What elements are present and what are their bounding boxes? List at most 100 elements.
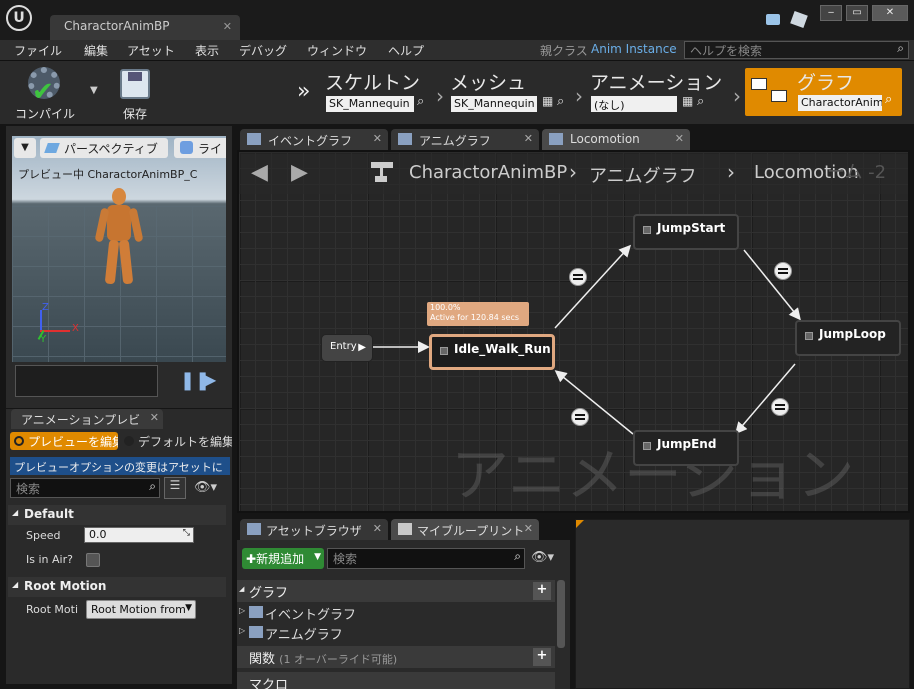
close-window-button[interactable]: ✕ [872, 5, 908, 21]
speed-input[interactable]: 0.0 ⤡ [84, 527, 194, 543]
notification-icon[interactable] [766, 14, 780, 25]
transition-rule-icon[interactable] [571, 408, 589, 426]
close-icon[interactable]: ✕ [223, 20, 232, 33]
eye-icon[interactable]: 👁︎▾ [531, 550, 554, 565]
marketplace-icon[interactable] [790, 10, 808, 29]
menu-help[interactable]: ヘルプ [388, 42, 424, 59]
transition-rule-icon[interactable] [774, 262, 792, 280]
axis-z-label: Z [42, 302, 49, 313]
menu-file[interactable]: ファイル [14, 42, 62, 59]
section-root-motion-header[interactable]: ◢ Root Motion [8, 577, 226, 597]
grid-icon[interactable]: ▦ [542, 94, 553, 108]
mode-animation-title: アニメーション [590, 72, 723, 94]
transition-rule-icon[interactable] [771, 398, 789, 416]
tab-locomotion[interactable]: Locomotion ✕ [542, 129, 690, 150]
search-icon[interactable]: ⌕ [697, 94, 704, 109]
exec-pin-icon: ▶ [358, 342, 366, 353]
close-icon[interactable]: ✕ [373, 522, 382, 535]
mode-skeleton-field: SK_Mannequin [326, 96, 414, 112]
panel-corner-marker [576, 520, 584, 528]
mode-mesh-field: SK_Mannequin [451, 96, 537, 112]
view-options-button[interactable]: ☰ [164, 477, 186, 499]
expand-modes-icon[interactable]: » [297, 79, 310, 104]
parent-class-value[interactable]: Anim Instance [591, 42, 677, 56]
list-item-anim-graph[interactable]: ▷ アニムグラフ [239, 624, 539, 643]
close-icon[interactable]: ✕ [373, 132, 382, 145]
details-panel [575, 519, 910, 689]
eye-icon[interactable]: 👁︎▾ [194, 480, 217, 495]
close-icon[interactable]: ✕ [150, 411, 159, 424]
section-functions-header[interactable]: 関数 (1 オーバーライド可能) + [237, 646, 555, 668]
blueprint-search-input[interactable]: 検索 ⌕ [327, 548, 525, 569]
section-graph-header[interactable]: ◢ グラフ + [237, 580, 555, 602]
menu-asset[interactable]: アセット [127, 42, 175, 59]
add-function-button[interactable]: + [533, 648, 551, 666]
search-icon[interactable]: ⌕ [417, 94, 424, 109]
menu-view[interactable]: 表示 [195, 42, 219, 59]
perspective-button[interactable]: パースペクティブ [40, 138, 168, 158]
viewport-menu-button[interactable]: ▼ [14, 138, 36, 158]
chevron-down-icon: ▼ [185, 603, 192, 613]
menu-window[interactable]: ウィンドウ [307, 42, 367, 59]
close-icon[interactable]: ✕ [524, 522, 533, 535]
help-search-input[interactable]: ヘルプを検索 ⌕ [684, 41, 909, 59]
minimize-button[interactable]: ‒ [820, 5, 842, 21]
event-graph-icon [247, 133, 261, 145]
mode-animation[interactable]: アニメーション (なし) ▦ ⌕ [590, 70, 725, 116]
menu-debug[interactable]: デバッグ [239, 42, 287, 59]
tab-my-blueprint[interactable]: マイブループリント ✕ [391, 519, 539, 540]
viewport-scene[interactable]: ▼ パースペクティブ ライ プレビュー中 CharactorAnimBP_C Z… [12, 136, 226, 362]
add-graph-button[interactable]: + [533, 582, 551, 600]
edit-preview-radio[interactable]: プレビューを編集 [10, 432, 118, 450]
transition-rule-icon[interactable] [569, 268, 587, 286]
step-forward-button[interactable]: ▶ [204, 370, 216, 389]
search-icon[interactable]: ⌕ [557, 94, 564, 109]
tab-event-graph[interactable]: イベントグラフ ✕ [240, 129, 388, 150]
document-tab[interactable]: CharactorAnimBP ✕ [50, 15, 240, 40]
preview-search-input[interactable]: 検索 ⌕ [10, 478, 160, 498]
tab-anim-graph[interactable]: アニムグラフ ✕ [391, 129, 539, 150]
root-motion-dropdown[interactable]: Root Motion from ▼ [86, 600, 196, 619]
menu-edit[interactable]: 編集 [84, 42, 108, 59]
chevron-right-icon: › [436, 84, 444, 108]
preview-tab[interactable]: アニメーションプレビ ✕ [11, 409, 163, 429]
tab-asset-browser[interactable]: アセットブラウザ ✕ [240, 519, 388, 540]
radio-empty-icon [124, 436, 134, 446]
save-button[interactable]: 保存 [112, 63, 158, 121]
preview-settings-panel: アニメーションプレビ ✕ プレビューを編集 デフォルトを編集 プレビューオプション… [6, 409, 232, 684]
root-motion-label: Root Motio [26, 603, 78, 616]
arrow-jumpend-to-idle [554, 370, 634, 435]
compile-options-arrow-icon[interactable]: ▼ [90, 85, 98, 96]
close-icon[interactable]: ✕ [675, 132, 684, 145]
expand-arrow-icon: ▷ [239, 606, 246, 615]
edit-default-radio[interactable]: デフォルトを編集 [122, 432, 232, 450]
axis-y-label: Y [40, 334, 47, 345]
list-item-event-graph[interactable]: ▷ イベントグラフ [239, 604, 539, 623]
mode-mesh[interactable]: メッシュ SK_Mannequin ▦ ⌕ [450, 70, 575, 116]
add-new-button[interactable]: ✚新規追加 ▼ [242, 548, 324, 569]
compile-button[interactable]: ✔ コンパイル ▼ [6, 63, 102, 121]
mode-skeleton[interactable]: スケルトン SK_Mannequin ⌕ [325, 70, 435, 116]
entry-node[interactable]: Entry ▶ [321, 334, 373, 362]
state-node-idle-walk-run[interactable]: Idle_Walk_Run [429, 334, 555, 370]
state-node-icon [643, 226, 651, 234]
graph-editor[interactable]: ◀ ▶ CharactorAnimBP › アニムグラフ › Locomotio… [237, 150, 910, 513]
scrollbar[interactable] [557, 580, 565, 648]
section-default-header[interactable]: ◢ Default [8, 505, 226, 525]
mode-graph-title: グラフ [797, 72, 855, 94]
mannequin-character[interactable] [90, 188, 150, 298]
search-icon[interactable]: ⌕ [885, 92, 892, 107]
state-node-jump-end[interactable]: JumpEnd [633, 430, 739, 466]
in-air-checkbox[interactable] [86, 553, 100, 567]
grid-icon[interactable]: ▦ [682, 94, 693, 108]
maximize-button[interactable]: ▭ [846, 5, 868, 21]
state-node-jump-start[interactable]: JumpStart [633, 214, 739, 250]
state-node-jump-loop[interactable]: JumpLoop [795, 320, 901, 356]
anim-graph-icon [249, 626, 263, 638]
timeline-scrubber[interactable] [15, 365, 158, 397]
close-icon[interactable]: ✕ [524, 132, 533, 145]
mode-graph[interactable]: グラフ CharactorAnim ⌕ [745, 68, 902, 116]
chevron-right-icon: › [575, 84, 583, 108]
section-macros-header[interactable]: マクロ [237, 672, 555, 689]
lit-button[interactable]: ライ [174, 138, 226, 158]
